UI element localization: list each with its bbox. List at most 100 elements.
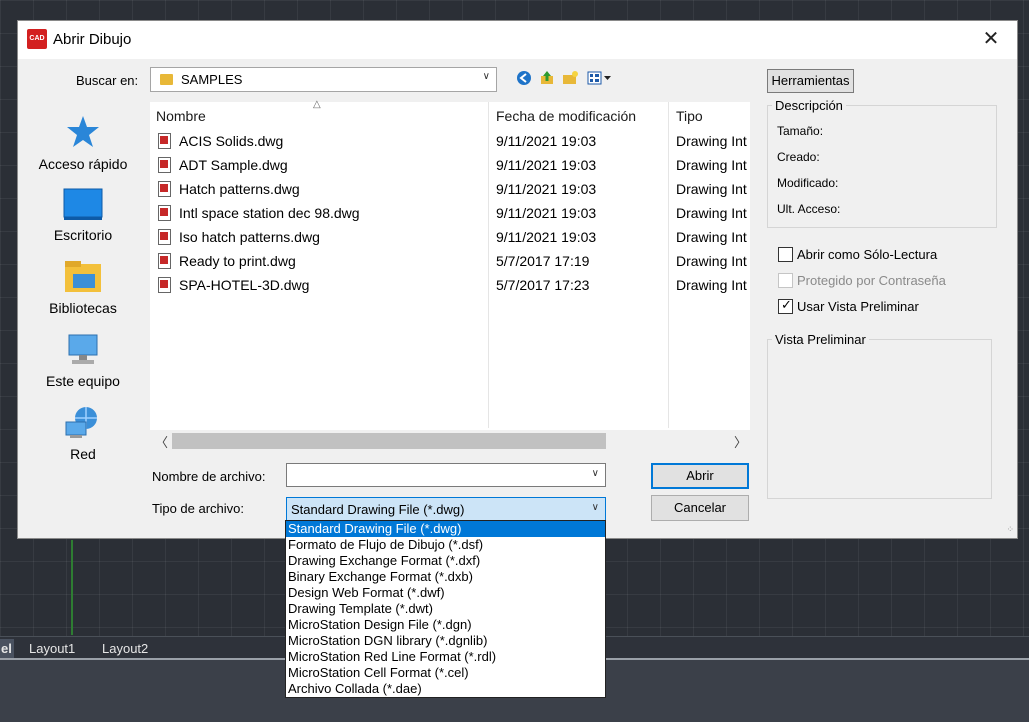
- size-label: Tamaño:: [777, 124, 824, 138]
- column-header-date[interactable]: Fecha de modificación: [496, 108, 636, 124]
- chevron-down-icon: ∨: [482, 71, 490, 82]
- place-label: Este equipo: [46, 373, 120, 389]
- file-date: 9/11/2021 19:03: [496, 205, 597, 221]
- readonly-label: Abrir como Sólo-Lectura: [797, 247, 938, 262]
- file-row[interactable]: Hatch patterns.dwg 9/11/2021 19:03 Drawi…: [150, 178, 750, 202]
- filetype-option[interactable]: Drawing Exchange Format (*.dxf): [286, 553, 605, 569]
- place-quick-access[interactable]: Acceso rápido: [26, 114, 140, 172]
- horizontal-scrollbar[interactable]: 〈 〉: [150, 430, 750, 452]
- dwg-file-icon: [158, 277, 171, 293]
- view-menu-icon[interactable]: [586, 70, 614, 88]
- filetype-option[interactable]: Archivo Collada (*.dae): [286, 681, 605, 697]
- filetype-select[interactable]: Standard Drawing File (*.dwg) ∨: [286, 497, 606, 521]
- checkmark-icon: ✓: [781, 297, 792, 312]
- created-label: Creado:: [777, 150, 820, 164]
- lookin-dropdown[interactable]: SAMPLES ∨: [150, 67, 497, 92]
- preview-title: Vista Preliminar: [772, 332, 869, 347]
- dwg-file-icon: [158, 157, 171, 173]
- file-date: 9/11/2021 19:03: [496, 133, 597, 149]
- file-name: Intl space station dec 98.dwg: [179, 205, 360, 221]
- new-folder-icon[interactable]: [561, 70, 579, 88]
- file-date: 9/11/2021 19:03: [496, 229, 597, 245]
- file-name: Iso hatch patterns.dwg: [179, 229, 320, 245]
- filename-input[interactable]: ∨: [286, 463, 606, 487]
- file-row[interactable]: ACIS Solids.dwg 9/11/2021 19:03 Drawing …: [150, 130, 750, 154]
- filetype-option[interactable]: Standard Drawing File (*.dwg): [286, 521, 605, 537]
- cancel-button[interactable]: Cancelar: [651, 495, 749, 521]
- filetype-option[interactable]: Formato de Flujo de Dibujo (*.dsf): [286, 537, 605, 553]
- file-name: Hatch patterns.dwg: [179, 181, 300, 197]
- chevron-right-icon[interactable]: 〉: [734, 432, 747, 451]
- file-type: Drawing Int: [676, 229, 747, 245]
- password-label: Protegido por Contraseña: [797, 273, 946, 288]
- places-bar: Acceso rápido Escritorio Bibliotecas Est…: [18, 102, 148, 462]
- network-icon: [65, 407, 97, 438]
- place-label: Escritorio: [53, 227, 113, 243]
- modified-label: Modificado:: [777, 176, 839, 190]
- chevron-left-icon[interactable]: 〈: [155, 432, 168, 451]
- checkbox-box: [778, 273, 793, 288]
- place-network[interactable]: Red: [26, 406, 140, 462]
- back-arrow-icon[interactable]: [515, 70, 533, 88]
- dwg-file-icon: [158, 229, 171, 245]
- folder-icon: [160, 74, 173, 85]
- file-type: Drawing Int: [676, 133, 747, 149]
- file-row[interactable]: Intl space station dec 98.dwg 9/11/2021 …: [150, 202, 750, 226]
- filetype-dropdown-list[interactable]: Standard Drawing File (*.dwg) Formato de…: [285, 520, 606, 698]
- close-button[interactable]: ✕: [979, 27, 1003, 51]
- chevron-down-icon: ∨: [591, 468, 599, 479]
- lookin-label: Buscar en:: [76, 73, 139, 88]
- filetype-label: Tipo de archivo:: [152, 501, 245, 516]
- chevron-down-icon: ∨: [591, 502, 599, 513]
- place-desktop[interactable]: Escritorio: [26, 187, 140, 243]
- autocad-logo-icon: CAD: [27, 29, 47, 49]
- libraries-icon: [65, 261, 101, 292]
- checkbox-box: ✓: [778, 297, 793, 314]
- file-date: 9/11/2021 19:03: [496, 181, 597, 197]
- computer-icon: [68, 334, 98, 364]
- file-row[interactable]: ADT Sample.dwg 9/11/2021 19:03 Drawing I…: [150, 154, 750, 178]
- filetype-option[interactable]: Binary Exchange Format (*.dxb): [286, 569, 605, 585]
- tools-button[interactable]: Herramientas: [767, 69, 854, 93]
- dwg-file-icon: [158, 205, 171, 221]
- file-row[interactable]: SPA-HOTEL-3D.dwg 5/7/2017 17:23 Drawing …: [150, 274, 750, 298]
- checkbox-box: [778, 247, 793, 262]
- title-bar: CAD Abrir Dibujo ✕: [18, 21, 1017, 59]
- file-row[interactable]: Iso hatch patterns.dwg 9/11/2021 19:03 D…: [150, 226, 750, 250]
- place-this-pc[interactable]: Este equipo: [26, 333, 140, 389]
- open-button[interactable]: Abrir: [651, 463, 749, 489]
- file-date: 5/7/2017 17:23: [496, 277, 590, 293]
- dwg-file-icon: [158, 253, 171, 269]
- file-name: ACIS Solids.dwg: [179, 133, 284, 149]
- file-list[interactable]: △ Nombre Fecha de modificación Tipo ACIS…: [150, 99, 750, 452]
- place-label: Red: [70, 446, 96, 462]
- tab-layout1[interactable]: Layout1: [29, 639, 75, 658]
- file-name: ADT Sample.dwg: [179, 157, 288, 173]
- filetype-option[interactable]: Design Web Format (*.dwf): [286, 585, 605, 601]
- file-type: Drawing Int: [676, 157, 747, 173]
- tab-layout2[interactable]: Layout2: [102, 639, 148, 658]
- file-name: SPA-HOTEL-3D.dwg: [179, 277, 310, 293]
- cad-axis-line: [71, 540, 73, 635]
- filetype-option[interactable]: MicroStation Red Line Format (*.rdl): [286, 649, 605, 665]
- file-row[interactable]: Ready to print.dwg 5/7/2017 17:19 Drawin…: [150, 250, 750, 274]
- column-header-type[interactable]: Tipo: [676, 108, 703, 124]
- up-folder-icon[interactable]: [538, 70, 556, 88]
- filetype-option[interactable]: MicroStation Cell Format (*.cel): [286, 665, 605, 681]
- scrollbar-thumb[interactable]: [172, 433, 606, 449]
- resize-grip-icon[interactable]: ⁘: [1006, 524, 1014, 535]
- dialog-title: Abrir Dibujo: [53, 31, 132, 48]
- column-header-name[interactable]: Nombre: [156, 108, 206, 124]
- preview-group: [767, 339, 992, 499]
- file-type: Drawing Int: [676, 205, 747, 221]
- place-libraries[interactable]: Bibliotecas: [26, 260, 140, 316]
- star-icon: [67, 116, 99, 147]
- filetype-option[interactable]: MicroStation DGN library (*.dgnlib): [286, 633, 605, 649]
- filetype-option[interactable]: Drawing Template (*.dwt): [286, 601, 605, 617]
- filetype-option[interactable]: MicroStation Design File (*.dgn): [286, 617, 605, 633]
- place-label: Acceso rápido: [38, 156, 128, 172]
- file-type: Drawing Int: [676, 253, 747, 269]
- file-date: 9/11/2021 19:03: [496, 157, 597, 173]
- tab-model[interactable]: el: [0, 639, 14, 658]
- dwg-file-icon: [158, 133, 171, 149]
